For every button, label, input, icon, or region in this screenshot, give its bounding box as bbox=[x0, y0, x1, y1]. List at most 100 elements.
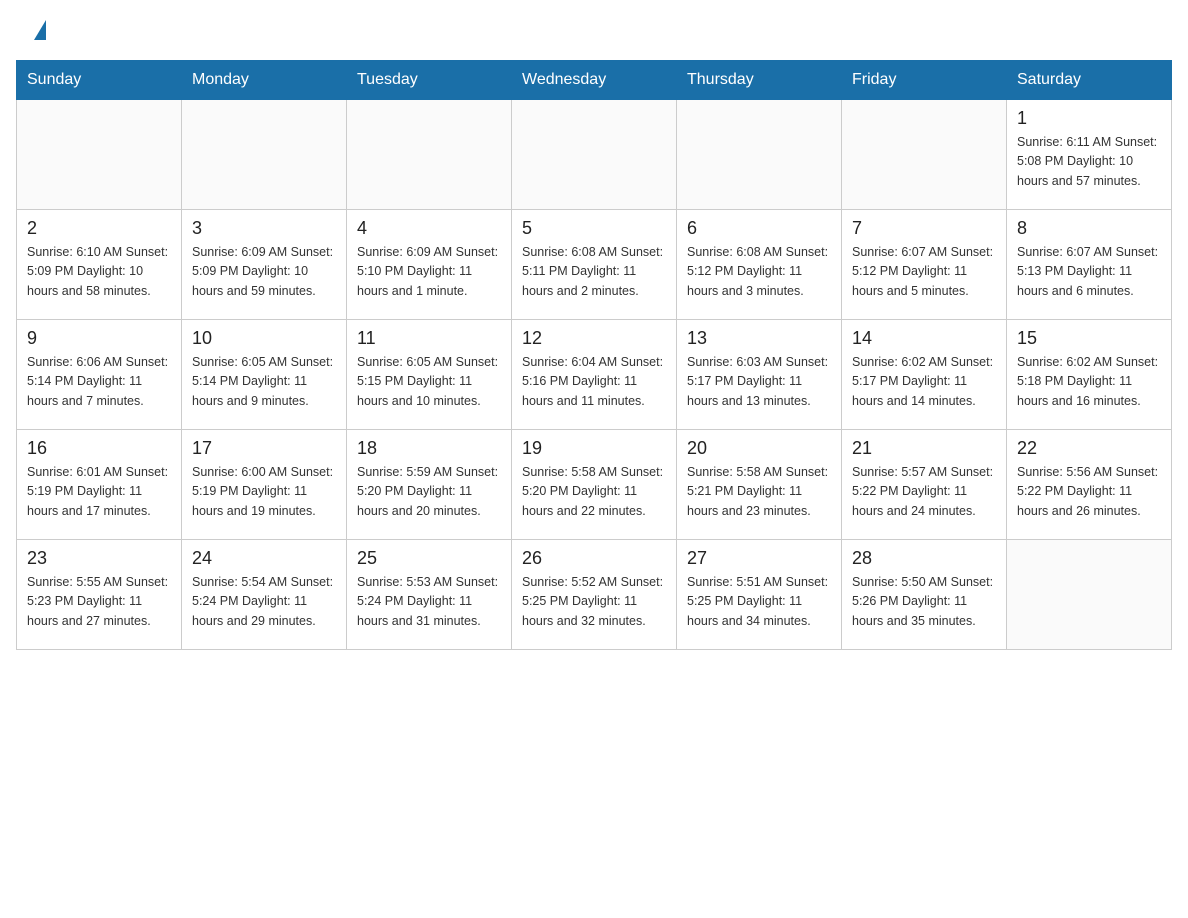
day-number: 10 bbox=[192, 328, 336, 349]
day-info: Sunrise: 6:07 AM Sunset: 5:13 PM Dayligh… bbox=[1017, 243, 1161, 301]
day-number: 26 bbox=[522, 548, 666, 569]
day-number: 15 bbox=[1017, 328, 1161, 349]
calendar-week-row: 2 Sunrise: 6:10 AM Sunset: 5:09 PM Daylig… bbox=[17, 210, 1172, 320]
day-info: Sunrise: 5:50 AM Sunset: 5:26 PM Dayligh… bbox=[852, 573, 996, 631]
logo bbox=[32, 24, 46, 40]
calendar-cell bbox=[347, 100, 512, 210]
calendar-week-row: 9 Sunrise: 6:06 AM Sunset: 5:14 PM Daylig… bbox=[17, 320, 1172, 430]
day-number: 17 bbox=[192, 438, 336, 459]
day-info: Sunrise: 5:58 AM Sunset: 5:20 PM Dayligh… bbox=[522, 463, 666, 521]
day-header-saturday: Saturday bbox=[1007, 61, 1172, 100]
calendar-week-row: 23 Sunrise: 5:55 AM Sunset: 5:23 PM Dayli… bbox=[17, 540, 1172, 650]
day-number: 4 bbox=[357, 218, 501, 239]
calendar-cell: 10 Sunrise: 6:05 AM Sunset: 5:14 PM Dayli… bbox=[182, 320, 347, 430]
day-header-wednesday: Wednesday bbox=[512, 61, 677, 100]
day-number: 24 bbox=[192, 548, 336, 569]
day-number: 11 bbox=[357, 328, 501, 349]
calendar-cell: 27 Sunrise: 5:51 AM Sunset: 5:25 PM Dayli… bbox=[677, 540, 842, 650]
calendar-cell: 25 Sunrise: 5:53 AM Sunset: 5:24 PM Dayli… bbox=[347, 540, 512, 650]
day-info: Sunrise: 6:09 AM Sunset: 5:10 PM Dayligh… bbox=[357, 243, 501, 301]
day-number: 16 bbox=[27, 438, 171, 459]
calendar-cell: 23 Sunrise: 5:55 AM Sunset: 5:23 PM Dayli… bbox=[17, 540, 182, 650]
day-header-monday: Monday bbox=[182, 61, 347, 100]
calendar-cell bbox=[677, 100, 842, 210]
calendar-cell: 11 Sunrise: 6:05 AM Sunset: 5:15 PM Dayli… bbox=[347, 320, 512, 430]
day-info: Sunrise: 6:00 AM Sunset: 5:19 PM Dayligh… bbox=[192, 463, 336, 521]
calendar-cell: 7 Sunrise: 6:07 AM Sunset: 5:12 PM Daylig… bbox=[842, 210, 1007, 320]
day-number: 2 bbox=[27, 218, 171, 239]
day-info: Sunrise: 6:08 AM Sunset: 5:12 PM Dayligh… bbox=[687, 243, 831, 301]
calendar-cell: 26 Sunrise: 5:52 AM Sunset: 5:25 PM Dayli… bbox=[512, 540, 677, 650]
day-info: Sunrise: 5:58 AM Sunset: 5:21 PM Dayligh… bbox=[687, 463, 831, 521]
day-number: 9 bbox=[27, 328, 171, 349]
day-info: Sunrise: 6:02 AM Sunset: 5:17 PM Dayligh… bbox=[852, 353, 996, 411]
day-info: Sunrise: 5:55 AM Sunset: 5:23 PM Dayligh… bbox=[27, 573, 171, 631]
calendar-cell bbox=[512, 100, 677, 210]
day-info: Sunrise: 6:09 AM Sunset: 5:09 PM Dayligh… bbox=[192, 243, 336, 301]
day-number: 7 bbox=[852, 218, 996, 239]
day-header-sunday: Sunday bbox=[17, 61, 182, 100]
day-info: Sunrise: 5:52 AM Sunset: 5:25 PM Dayligh… bbox=[522, 573, 666, 631]
day-info: Sunrise: 6:07 AM Sunset: 5:12 PM Dayligh… bbox=[852, 243, 996, 301]
day-number: 27 bbox=[687, 548, 831, 569]
day-number: 13 bbox=[687, 328, 831, 349]
day-number: 8 bbox=[1017, 218, 1161, 239]
calendar-cell: 22 Sunrise: 5:56 AM Sunset: 5:22 PM Dayli… bbox=[1007, 430, 1172, 540]
day-number: 18 bbox=[357, 438, 501, 459]
day-info: Sunrise: 5:56 AM Sunset: 5:22 PM Dayligh… bbox=[1017, 463, 1161, 521]
calendar-cell bbox=[1007, 540, 1172, 650]
day-info: Sunrise: 6:06 AM Sunset: 5:14 PM Dayligh… bbox=[27, 353, 171, 411]
calendar-cell: 4 Sunrise: 6:09 AM Sunset: 5:10 PM Daylig… bbox=[347, 210, 512, 320]
day-info: Sunrise: 6:05 AM Sunset: 5:15 PM Dayligh… bbox=[357, 353, 501, 411]
day-number: 25 bbox=[357, 548, 501, 569]
day-number: 5 bbox=[522, 218, 666, 239]
day-info: Sunrise: 5:53 AM Sunset: 5:24 PM Dayligh… bbox=[357, 573, 501, 631]
day-number: 14 bbox=[852, 328, 996, 349]
calendar-cell: 9 Sunrise: 6:06 AM Sunset: 5:14 PM Daylig… bbox=[17, 320, 182, 430]
day-info: Sunrise: 5:59 AM Sunset: 5:20 PM Dayligh… bbox=[357, 463, 501, 521]
day-info: Sunrise: 6:03 AM Sunset: 5:17 PM Dayligh… bbox=[687, 353, 831, 411]
calendar-week-row: 16 Sunrise: 6:01 AM Sunset: 5:19 PM Dayli… bbox=[17, 430, 1172, 540]
day-number: 6 bbox=[687, 218, 831, 239]
day-info: Sunrise: 6:08 AM Sunset: 5:11 PM Dayligh… bbox=[522, 243, 666, 301]
calendar-cell: 13 Sunrise: 6:03 AM Sunset: 5:17 PM Dayli… bbox=[677, 320, 842, 430]
day-header-tuesday: Tuesday bbox=[347, 61, 512, 100]
calendar-cell: 17 Sunrise: 6:00 AM Sunset: 5:19 PM Dayli… bbox=[182, 430, 347, 540]
calendar-cell: 28Sunrise: 5:50 AM Sunset: 5:26 PM Dayli… bbox=[842, 540, 1007, 650]
day-header-thursday: Thursday bbox=[677, 61, 842, 100]
day-number: 1 bbox=[1017, 108, 1161, 129]
day-info: Sunrise: 6:01 AM Sunset: 5:19 PM Dayligh… bbox=[27, 463, 171, 521]
day-info: Sunrise: 6:02 AM Sunset: 5:18 PM Dayligh… bbox=[1017, 353, 1161, 411]
calendar-cell bbox=[842, 100, 1007, 210]
day-number: 21 bbox=[852, 438, 996, 459]
day-info: Sunrise: 5:51 AM Sunset: 5:25 PM Dayligh… bbox=[687, 573, 831, 631]
calendar-cell: 12Sunrise: 6:04 AM Sunset: 5:16 PM Dayli… bbox=[512, 320, 677, 430]
day-info: Sunrise: 5:54 AM Sunset: 5:24 PM Dayligh… bbox=[192, 573, 336, 631]
calendar-cell: 16 Sunrise: 6:01 AM Sunset: 5:19 PM Dayli… bbox=[17, 430, 182, 540]
calendar-cell: 6 Sunrise: 6:08 AM Sunset: 5:12 PM Daylig… bbox=[677, 210, 842, 320]
calendar-cell: 8 Sunrise: 6:07 AM Sunset: 5:13 PM Daylig… bbox=[1007, 210, 1172, 320]
day-number: 20 bbox=[687, 438, 831, 459]
calendar-header-row: SundayMondayTuesdayWednesdayThursdayFrid… bbox=[17, 61, 1172, 100]
day-number: 3 bbox=[192, 218, 336, 239]
day-info: Sunrise: 6:04 AM Sunset: 5:16 PM Dayligh… bbox=[522, 353, 666, 411]
calendar-cell: 5 Sunrise: 6:08 AM Sunset: 5:11 PM Daylig… bbox=[512, 210, 677, 320]
calendar-cell: 15 Sunrise: 6:02 AM Sunset: 5:18 PM Dayli… bbox=[1007, 320, 1172, 430]
day-header-friday: Friday bbox=[842, 61, 1007, 100]
page-header bbox=[0, 0, 1188, 52]
day-info: Sunrise: 6:10 AM Sunset: 5:09 PM Dayligh… bbox=[27, 243, 171, 301]
calendar-cell bbox=[17, 100, 182, 210]
day-info: Sunrise: 6:05 AM Sunset: 5:14 PM Dayligh… bbox=[192, 353, 336, 411]
day-info: Sunrise: 6:11 AM Sunset: 5:08 PM Dayligh… bbox=[1017, 133, 1161, 191]
calendar-cell: 18 Sunrise: 5:59 AM Sunset: 5:20 PM Dayli… bbox=[347, 430, 512, 540]
calendar-cell: 14 Sunrise: 6:02 AM Sunset: 5:17 PM Dayli… bbox=[842, 320, 1007, 430]
calendar-cell: 21 Sunrise: 5:57 AM Sunset: 5:22 PM Dayli… bbox=[842, 430, 1007, 540]
calendar-cell: 20 Sunrise: 5:58 AM Sunset: 5:21 PM Dayli… bbox=[677, 430, 842, 540]
day-number: 23 bbox=[27, 548, 171, 569]
calendar-cell: 24 Sunrise: 5:54 AM Sunset: 5:24 PM Dayli… bbox=[182, 540, 347, 650]
day-number: 22 bbox=[1017, 438, 1161, 459]
calendar-cell: 2 Sunrise: 6:10 AM Sunset: 5:09 PM Daylig… bbox=[17, 210, 182, 320]
day-info: Sunrise: 5:57 AM Sunset: 5:22 PM Dayligh… bbox=[852, 463, 996, 521]
calendar-cell bbox=[182, 100, 347, 210]
logo-triangle-icon bbox=[34, 20, 46, 40]
